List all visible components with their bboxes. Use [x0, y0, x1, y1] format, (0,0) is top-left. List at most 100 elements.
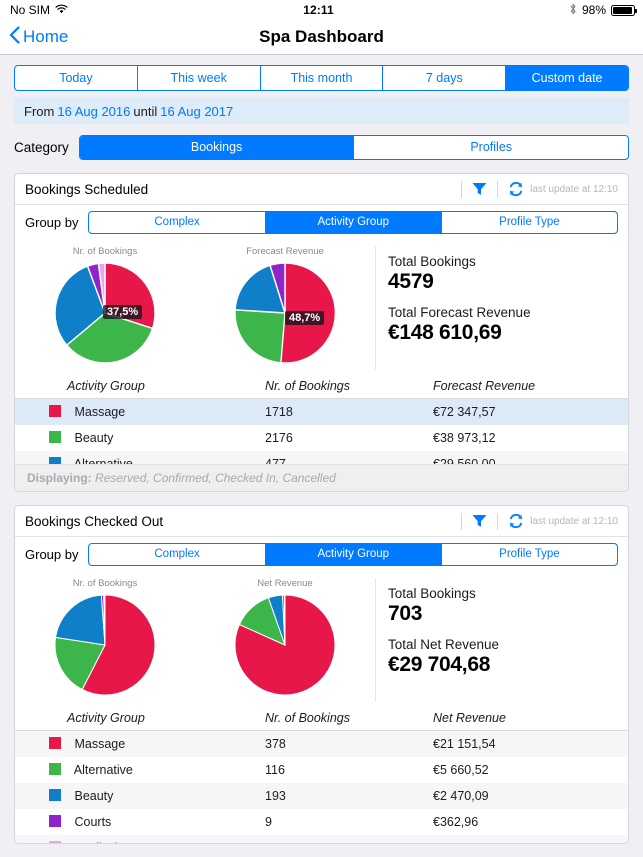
card-header: Bookings Scheduled last update at 12:10 [15, 174, 628, 205]
table-row[interactable]: Courts 9 €362,96 [15, 809, 628, 835]
refresh-icon[interactable] [508, 181, 524, 197]
category-tab-bookings[interactable]: Bookings [79, 136, 355, 159]
navigation-bar: Home Spa Dashboard [0, 20, 643, 55]
activity-group-table: Activity Group Nr. of Bookings Net Reven… [15, 708, 628, 843]
row-bookings: 378 [265, 737, 286, 751]
row-activity-group: Beauty [74, 789, 114, 803]
table-row[interactable]: Alternative 116 €5 660,52 [15, 757, 628, 783]
row-activity-group: Beauty [74, 431, 114, 445]
card-bookings-checked-out: Bookings Checked Out last update at 12:1… [14, 505, 629, 844]
table-header-row: Activity Group Nr. of Bookings Net Reven… [15, 708, 628, 731]
group-by-segmented-control[interactable]: Complex Activity Group Profile Type [88, 211, 618, 234]
category-row: Category Bookings Profiles [14, 135, 629, 160]
table-row[interactable]: Massage 1718 €72 347,57 [15, 398, 628, 425]
date-until-value[interactable]: 16 Aug 2017 [160, 104, 233, 119]
bluetooth-icon [569, 3, 577, 18]
column-header-activity-group: Activity Group [15, 708, 265, 731]
pie-chart-caption: Nr. of Bookings [72, 246, 138, 257]
table-row[interactable]: Beauty 193 €2 470,09 [15, 783, 628, 809]
last-update-label: last update at 12:10 [530, 183, 618, 195]
displaying-value: Reserved, Confirmed, Checked In, Cancell… [95, 471, 336, 485]
pie-chart-canvas: 37,5% [53, 261, 157, 370]
activity-group-table-wrapper[interactable]: Activity Group Nr. of Bookings Forecast … [15, 376, 628, 464]
last-update-label: last update at 12:10 [530, 515, 618, 527]
date-range-tab-this-month[interactable]: This month [261, 66, 384, 90]
date-range-tab-7-days[interactable]: 7 days [383, 66, 507, 90]
status-bar-left: No SIM [10, 3, 68, 17]
pie-chart-nr-of-bookings: Nr. of Bookings 37,5% [15, 246, 195, 370]
table-row[interactable]: Medical 6 €59,57 [15, 835, 628, 843]
column-header-nr-of-bookings: Nr. of Bookings [265, 376, 433, 399]
row-bookings: 9 [265, 815, 272, 829]
chevron-left-icon [9, 25, 20, 49]
row-activity-group: Medical [74, 841, 117, 843]
totals-panel: Total Bookings 703 Total Net Revenue €29… [375, 578, 628, 702]
row-revenue: €362,96 [433, 815, 479, 829]
chart-area: Nr. of Bookings 37,5% Forecast Revenue 4… [15, 241, 628, 376]
table-header-row: Activity Group Nr. of Bookings Forecast … [15, 376, 628, 399]
group-by-tab-complex[interactable]: Complex [89, 544, 266, 565]
legend-swatch [49, 737, 61, 749]
group-by-tab-activity-group[interactable]: Activity Group [265, 212, 442, 233]
battery-percent-label: 98% [581, 3, 606, 17]
group-by-tab-complex[interactable]: Complex [89, 212, 266, 233]
category-tab-profiles[interactable]: Profiles [354, 136, 628, 159]
displaying-label: Displaying: [27, 471, 92, 485]
table-row[interactable]: Alternative 477 €29 560,00 [15, 451, 628, 464]
legend-swatch [49, 815, 61, 827]
card-title: Bookings Scheduled [25, 181, 149, 197]
table-row[interactable]: Massage 378 €21 151,54 [15, 730, 628, 757]
category-label: Category [14, 140, 69, 155]
row-bookings: 116 [265, 763, 285, 777]
dashboard-body: Today This week This month 7 days Custom… [0, 65, 643, 844]
group-by-tab-profile-type[interactable]: Profile Type [442, 212, 617, 233]
date-range-tab-custom-date[interactable]: Custom date [506, 66, 628, 90]
total-revenue-label: Total Net Revenue [388, 637, 500, 652]
refresh-icon[interactable] [508, 513, 524, 529]
status-bar-right: 98% [569, 3, 637, 18]
date-range-segmented-control[interactable]: Today This week This month 7 days Custom… [14, 65, 629, 91]
category-segmented-control[interactable]: Bookings Profiles [78, 135, 629, 160]
legend-swatch [49, 763, 61, 775]
group-by-label: Group by [25, 215, 79, 230]
total-revenue-label: Total Forecast Revenue [388, 305, 531, 320]
wifi-icon [55, 3, 68, 17]
date-from-label: From [24, 103, 55, 119]
row-activity-group: Massage [74, 737, 126, 751]
row-revenue: €21 151,54 [433, 737, 496, 751]
date-range-tab-this-week[interactable]: This week [138, 66, 261, 90]
row-revenue: €29 560,00 [433, 457, 496, 464]
column-header-revenue: Forecast Revenue [433, 376, 628, 399]
back-button[interactable]: Home [0, 25, 69, 49]
pie-data-label: 37,5% [103, 305, 143, 319]
pie-data-label: 48,7% [285, 311, 325, 325]
row-bookings: 6 [265, 835, 433, 843]
group-by-tab-profile-type[interactable]: Profile Type [442, 544, 617, 565]
legend-swatch [49, 405, 61, 417]
activity-group-table-wrapper[interactable]: Activity Group Nr. of Bookings Net Reven… [15, 708, 628, 843]
row-activity-group: Courts [74, 815, 112, 829]
funnel-icon[interactable] [472, 514, 487, 528]
row-revenue: €5 660,52 [433, 763, 489, 777]
group-by-segmented-control[interactable]: Complex Activity Group Profile Type [88, 543, 618, 566]
group-by-label: Group by [25, 547, 79, 562]
back-button-label: Home [23, 27, 69, 46]
row-activity-group: Alternative [73, 457, 133, 464]
header-divider-2 [497, 512, 499, 530]
legend-swatch [49, 431, 61, 443]
card-bookings-scheduled: Bookings Scheduled last update at 12:10 … [14, 173, 629, 492]
header-divider [461, 180, 463, 198]
row-bookings: 1718 [265, 405, 293, 419]
chart-area: Nr. of Bookings Net Revenue Total Bookin… [15, 573, 628, 708]
header-divider-2 [497, 180, 499, 198]
status-bar: No SIM 12:11 98% [0, 0, 643, 20]
legend-swatch [49, 789, 61, 801]
funnel-icon[interactable] [472, 182, 487, 196]
date-from-value[interactable]: 16 Aug 2016 [57, 104, 130, 119]
total-bookings-label: Total Bookings [388, 586, 476, 601]
total-bookings-value: 703 [388, 602, 423, 625]
table-row[interactable]: Beauty 2176 €38 973,12 [15, 425, 628, 451]
pie-chart-nr-of-bookings: Nr. of Bookings [15, 578, 195, 702]
date-range-tab-today[interactable]: Today [15, 66, 138, 90]
group-by-tab-activity-group[interactable]: Activity Group [265, 544, 442, 565]
